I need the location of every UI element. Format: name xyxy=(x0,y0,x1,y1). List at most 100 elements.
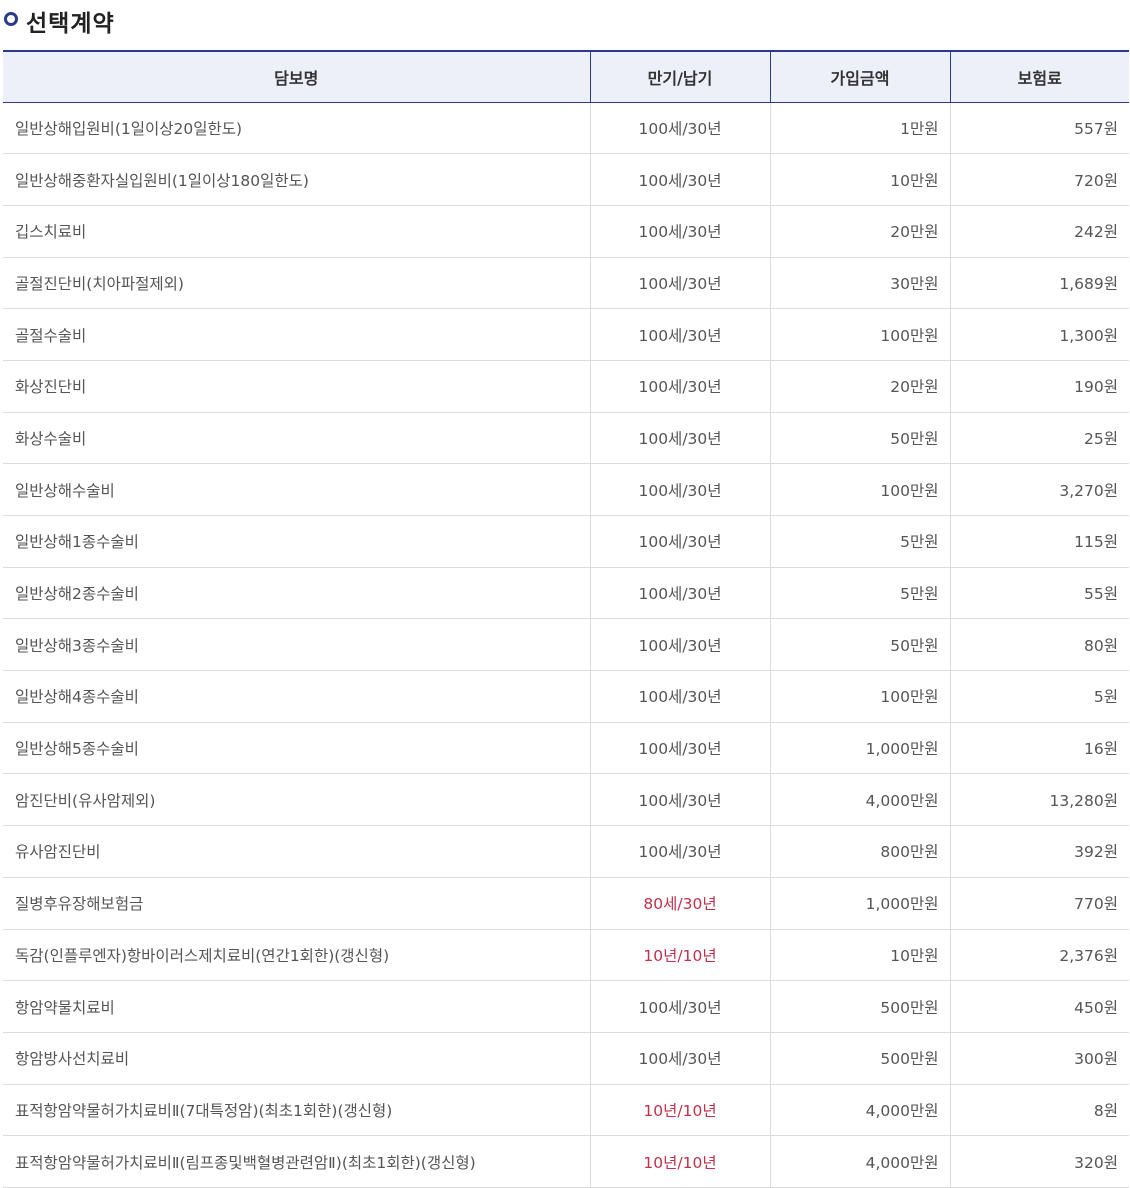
column-header-amount: 가입금액 xyxy=(769,50,950,103)
coverage-name-cell: 골절수술비 xyxy=(3,308,590,361)
table-row: 일반상해2종수술비 100세/30년 5만원 55원 xyxy=(3,567,1129,620)
amount-cell: 100만원 xyxy=(769,670,950,723)
table-row: 일반상해1종수술비 100세/30년 5만원 115원 xyxy=(3,515,1129,568)
premium-cell: 720원 xyxy=(949,153,1129,206)
premium-cell: 80원 xyxy=(949,618,1129,672)
coverage-name-cell: 일반상해입원비(1일이상20일한도) xyxy=(3,102,590,155)
term-cell: 100세/30년 xyxy=(589,257,770,310)
table-row: 표적항암약물허가치료비Ⅱ(7대특정암)(최초1회한)(갱신형) 10년/10년 4,… xyxy=(3,1084,1129,1137)
term-cell: 100세/30년 xyxy=(589,153,770,206)
amount-cell: 10만원 xyxy=(769,929,950,982)
term-cell: 100세/30년 xyxy=(589,308,770,361)
premium-cell: 5원 xyxy=(949,670,1129,723)
premium-cell: 3,270원 xyxy=(949,463,1129,516)
term-cell: 10년/10년 xyxy=(589,1135,770,1188)
table-row: 화상수술비 100세/30년 50만원 25원 xyxy=(3,412,1129,465)
section-header: 선택계약 xyxy=(0,0,1130,50)
premium-cell: 557원 xyxy=(949,102,1129,155)
term-cell: 100세/30년 xyxy=(589,515,770,568)
premium-cell: 8원 xyxy=(949,1084,1129,1137)
term-cell: 100세/30년 xyxy=(589,360,770,413)
coverage-name-cell: 일반상해4종수술비 xyxy=(3,670,590,723)
amount-cell: 20만원 xyxy=(769,205,950,258)
term-cell: 100세/30년 xyxy=(589,1032,770,1085)
column-header-term: 만기/납기 xyxy=(589,50,770,103)
amount-cell: 4,000만원 xyxy=(769,773,950,827)
term-cell: 100세/30년 xyxy=(589,980,770,1033)
premium-cell: 55원 xyxy=(949,567,1129,620)
amount-cell: 4,000만원 xyxy=(769,1135,950,1188)
term-cell: 80세/30년 xyxy=(589,877,770,930)
table-row: 일반상해수술비 100세/30년 100만원 3,270원 xyxy=(3,463,1129,516)
term-cell: 100세/30년 xyxy=(589,412,770,465)
coverage-name-cell: 일반상해1종수술비 xyxy=(3,515,590,568)
premium-cell: 320원 xyxy=(949,1135,1129,1188)
amount-cell: 10만원 xyxy=(769,153,950,206)
term-cell: 100세/30년 xyxy=(589,205,770,258)
amount-cell: 500만원 xyxy=(769,980,950,1033)
coverage-name-cell: 일반상해중환자실입원비(1일이상180일한도) xyxy=(3,153,590,206)
term-cell: 10년/10년 xyxy=(589,929,770,982)
table-row: 유사암진단비 100세/30년 800만원 392원 xyxy=(3,825,1129,878)
premium-cell: 242원 xyxy=(949,205,1129,258)
amount-cell: 50만원 xyxy=(769,618,950,672)
term-cell: 100세/30년 xyxy=(589,825,770,878)
term-cell: 100세/30년 xyxy=(589,102,770,155)
table-row: 일반상해입원비(1일이상20일한도) 100세/30년 1만원 557원 xyxy=(3,102,1129,155)
amount-cell: 1,000만원 xyxy=(769,877,950,930)
table-row: 암진단비(유사암제외) 100세/30년 4,000만원 13,280원 xyxy=(3,773,1129,827)
amount-cell: 100만원 xyxy=(769,308,950,361)
premium-cell: 300원 xyxy=(949,1032,1129,1085)
amount-cell: 1만원 xyxy=(769,102,950,155)
premium-cell: 450원 xyxy=(949,980,1129,1033)
coverage-name-cell: 일반상해5종수술비 xyxy=(3,722,590,775)
amount-cell: 30만원 xyxy=(769,257,950,310)
amount-cell: 100만원 xyxy=(769,463,950,516)
table-row: 골절수술비 100세/30년 100만원 1,300원 xyxy=(3,308,1129,361)
table-row: 일반상해5종수술비 100세/30년 1,000만원 16원 xyxy=(3,722,1129,775)
coverage-name-cell: 표적항암약물허가치료비Ⅱ(림프종및백혈병관련암Ⅱ)(최초1회한)(갱신형) xyxy=(3,1135,590,1188)
premium-cell: 2,376원 xyxy=(949,929,1129,982)
premium-cell: 392원 xyxy=(949,825,1129,878)
amount-cell: 20만원 xyxy=(769,360,950,413)
term-cell: 100세/30년 xyxy=(589,773,770,827)
amount-cell: 1,000만원 xyxy=(769,722,950,775)
amount-cell: 50만원 xyxy=(769,412,950,465)
amount-cell: 4,000만원 xyxy=(769,1084,950,1137)
table-row: 표적항암약물허가치료비Ⅱ(림프종및백혈병관련암Ⅱ)(최초1회한)(갱신형) 10년… xyxy=(3,1135,1129,1188)
amount-cell: 5만원 xyxy=(769,567,950,620)
table-row: 일반상해중환자실입원비(1일이상180일한도) 100세/30년 10만원 720원 xyxy=(3,153,1129,206)
table-row: 일반상해4종수술비 100세/30년 100만원 5원 xyxy=(3,670,1129,723)
coverage-name-cell: 화상진단비 xyxy=(3,360,590,413)
table-row: 깁스치료비 100세/30년 20만원 242원 xyxy=(3,205,1129,258)
term-cell: 100세/30년 xyxy=(589,722,770,775)
table-row: 독감(인플루엔자)항바이러스제치료비(연간1회한)(갱신형) 10년/10년 10만… xyxy=(3,929,1129,982)
coverage-name-cell: 화상수술비 xyxy=(3,412,590,465)
coverage-name-cell: 항암방사선치료비 xyxy=(3,1032,590,1085)
coverage-name-cell: 암진단비(유사암제외) xyxy=(3,773,590,827)
premium-cell: 115원 xyxy=(949,515,1129,568)
premium-cell: 190원 xyxy=(949,360,1129,413)
premium-cell: 1,689원 xyxy=(949,257,1129,310)
premium-cell: 13,280원 xyxy=(949,773,1129,827)
table-row: 일반상해3종수술비 100세/30년 50만원 80원 xyxy=(3,618,1129,672)
coverage-name-cell: 일반상해수술비 xyxy=(3,463,590,516)
coverage-name-cell: 골절진단비(치아파절제외) xyxy=(3,257,590,310)
amount-cell: 800만원 xyxy=(769,825,950,878)
coverage-name-cell: 유사암진단비 xyxy=(3,825,590,878)
term-cell: 100세/30년 xyxy=(589,567,770,620)
table-header-row: 담보명 만기/납기 가입금액 보험료 xyxy=(3,50,1129,103)
column-header-coverage-name: 담보명 xyxy=(3,50,590,103)
premium-cell: 1,300원 xyxy=(949,308,1129,361)
table-row: 항암방사선치료비 100세/30년 500만원 300원 xyxy=(3,1032,1129,1085)
coverage-name-cell: 일반상해2종수술비 xyxy=(3,567,590,620)
coverage-name-cell: 항암약물치료비 xyxy=(3,980,590,1033)
premium-cell: 16원 xyxy=(949,722,1129,775)
term-cell: 100세/30년 xyxy=(589,670,770,723)
coverage-name-cell: 표적항암약물허가치료비Ⅱ(7대특정암)(최초1회한)(갱신형) xyxy=(3,1084,590,1137)
premium-cell: 770원 xyxy=(949,877,1129,930)
table-row: 항암약물치료비 100세/30년 500만원 450원 xyxy=(3,980,1129,1033)
term-cell: 100세/30년 xyxy=(589,463,770,516)
premium-cell: 25원 xyxy=(949,412,1129,465)
term-cell: 100세/30년 xyxy=(589,618,770,672)
